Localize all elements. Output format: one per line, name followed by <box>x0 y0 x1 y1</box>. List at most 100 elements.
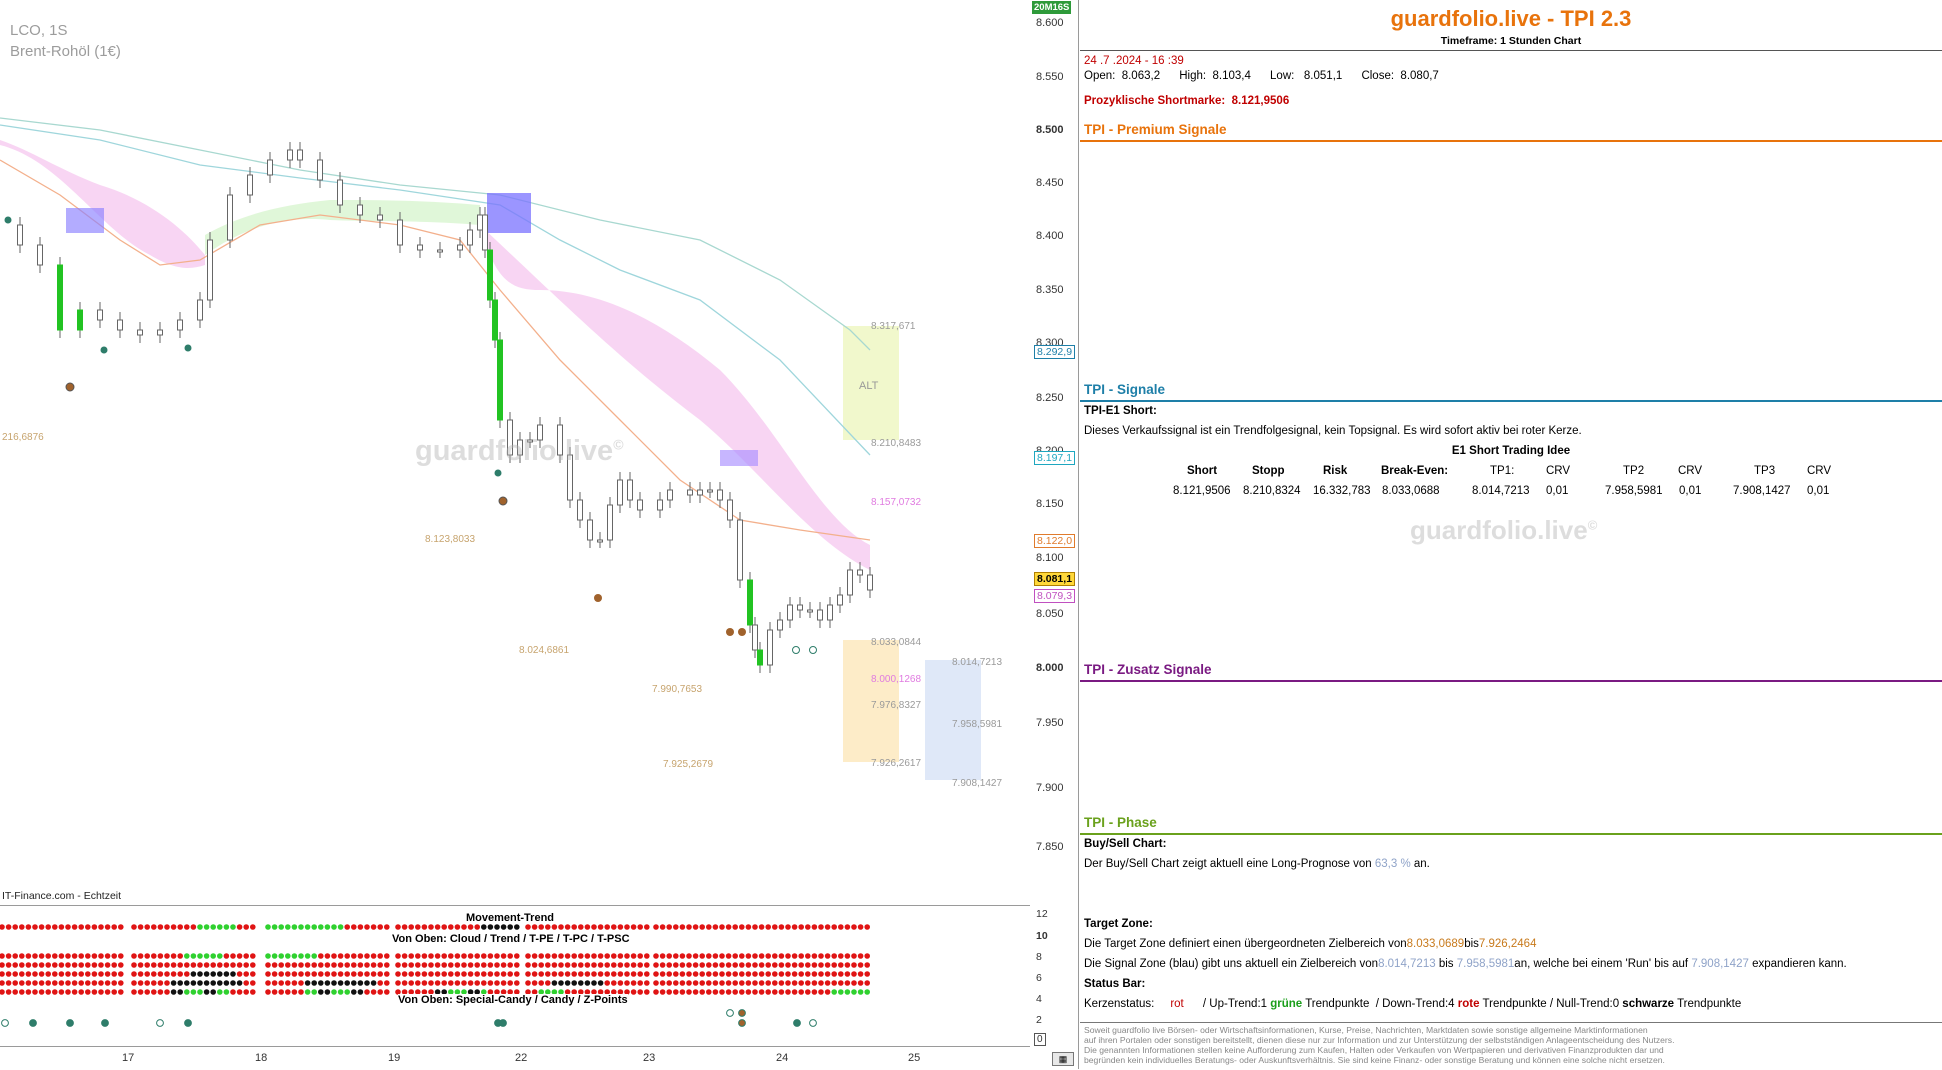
trend-dot <box>474 962 481 968</box>
indicator-title: Movement-Trend <box>466 912 555 924</box>
trend-dot <box>177 980 183 986</box>
trend-dot <box>630 971 637 977</box>
price-chart[interactable]: LCO, 1S Brent-Rohöl (1€) guardfolio.live… <box>0 0 1031 905</box>
trend-dot <box>52 989 58 995</box>
trend-dot <box>384 924 390 930</box>
trend-dot <box>337 989 344 995</box>
trend-dot <box>699 962 705 968</box>
trend-dot <box>203 980 210 986</box>
trend-dot <box>19 989 25 995</box>
trend-dot <box>19 962 25 968</box>
trend-dot <box>617 962 624 968</box>
trend-dot <box>558 971 564 977</box>
candle-body <box>287 149 293 161</box>
trend-dot <box>151 962 157 968</box>
trend-dot <box>545 980 551 986</box>
trend-dot <box>507 962 513 968</box>
trend-dot <box>78 971 84 977</box>
trend-dot <box>5 962 12 968</box>
trend-dot <box>157 971 164 977</box>
time-axis[interactable]: 17 18 19 22 23 24 25 <box>0 1046 1030 1070</box>
candle-body <box>417 244 423 251</box>
trend-dot <box>673 924 679 930</box>
instrument-name: Brent-Rohöl (1€) <box>10 43 121 60</box>
price-label: 8.024,6861 <box>519 645 570 656</box>
trend-dot <box>401 971 408 977</box>
panel-watermark: guardfolio.live© <box>1410 515 1598 545</box>
trend-dot <box>370 953 377 959</box>
trend-dot <box>644 924 650 930</box>
trend-dot <box>104 962 111 968</box>
movement-trend-pane[interactable]: Movement-Trend Von Oben: Cloud / Trend /… <box>0 905 1030 1047</box>
trend-dot <box>758 980 765 986</box>
trend-dot <box>474 980 481 986</box>
trend-dot <box>38 980 45 986</box>
trend-dot <box>65 953 71 959</box>
z-point-dot <box>499 1019 507 1027</box>
candle-body <box>177 319 183 331</box>
trend-dot <box>58 962 65 968</box>
trend-dot <box>217 962 223 968</box>
candle-body <box>377 214 383 221</box>
trend-dot <box>65 980 71 986</box>
target-text: Die Target Zone definiert einen übergeor… <box>1084 938 1537 950</box>
trend-dot <box>151 980 157 986</box>
trend-dot <box>514 924 520 930</box>
trend-dot <box>428 924 434 930</box>
trend-dot <box>118 962 124 968</box>
trend-dot <box>732 953 738 959</box>
indicator-row-label-2: Von Oben: Special-Candy / Candy / Z-Poin… <box>398 994 628 1006</box>
candle-body <box>737 519 743 581</box>
price-axis[interactable]: 20M16S 8.600 8.550 8.500 8.450 8.400 8.3… <box>1030 0 1079 1069</box>
trend-dot <box>230 980 236 986</box>
trend-dot <box>65 971 71 977</box>
trend-dot <box>597 971 604 977</box>
trend-dot <box>712 924 719 930</box>
trend-dot <box>184 962 190 968</box>
trend-dot <box>712 962 719 968</box>
trend-dot <box>811 980 818 986</box>
y-marker-last-price: 8.081,1 <box>1034 572 1076 586</box>
trend-dot <box>765 962 771 968</box>
trend-dot <box>52 980 58 986</box>
trend-dot <box>487 953 494 959</box>
trend-dot <box>377 924 384 930</box>
indicator-canvas <box>0 924 870 1027</box>
trend-dot <box>798 962 804 968</box>
trend-dot <box>311 980 318 986</box>
trend-dot <box>408 953 415 959</box>
trend-dot <box>98 980 104 986</box>
trend-dot <box>170 971 177 977</box>
trend-dot <box>357 962 364 968</box>
trend-dot <box>0 989 5 995</box>
trend-dot <box>679 953 686 959</box>
trend-dot <box>421 980 428 986</box>
trend-dot <box>217 924 223 930</box>
price-label: 7.925,2679 <box>663 759 714 770</box>
trend-dot <box>71 980 78 986</box>
trend-dot <box>111 924 117 930</box>
trend-dot <box>719 962 725 968</box>
ind-y-tick: 10 <box>1036 930 1048 942</box>
trend-dot <box>507 980 513 986</box>
trend-dot <box>415 980 421 986</box>
trend-dot <box>298 924 304 930</box>
chart-settings-icon[interactable]: ▦ <box>1052 1052 1074 1066</box>
trend-dot <box>725 953 732 959</box>
trend-dot <box>441 924 448 930</box>
trend-dot <box>719 971 725 977</box>
trend-dot <box>0 924 5 930</box>
trend-dot <box>831 924 837 930</box>
trend-dot <box>745 971 752 977</box>
trend-dot <box>304 953 311 959</box>
trend-dot <box>538 953 544 959</box>
trend-dot <box>692 924 699 930</box>
trend-dot <box>243 962 249 968</box>
trend-dot <box>78 989 84 995</box>
trend-dot <box>331 924 337 930</box>
x-tick: 18 <box>255 1052 268 1064</box>
table-value: 7.958,5981 <box>1605 485 1663 497</box>
x-tick: 17 <box>122 1052 135 1064</box>
trend-dot <box>170 980 177 986</box>
disclaimer-line: Soweit guardfolio live Börsen- oder Wirt… <box>1084 1025 1648 1035</box>
